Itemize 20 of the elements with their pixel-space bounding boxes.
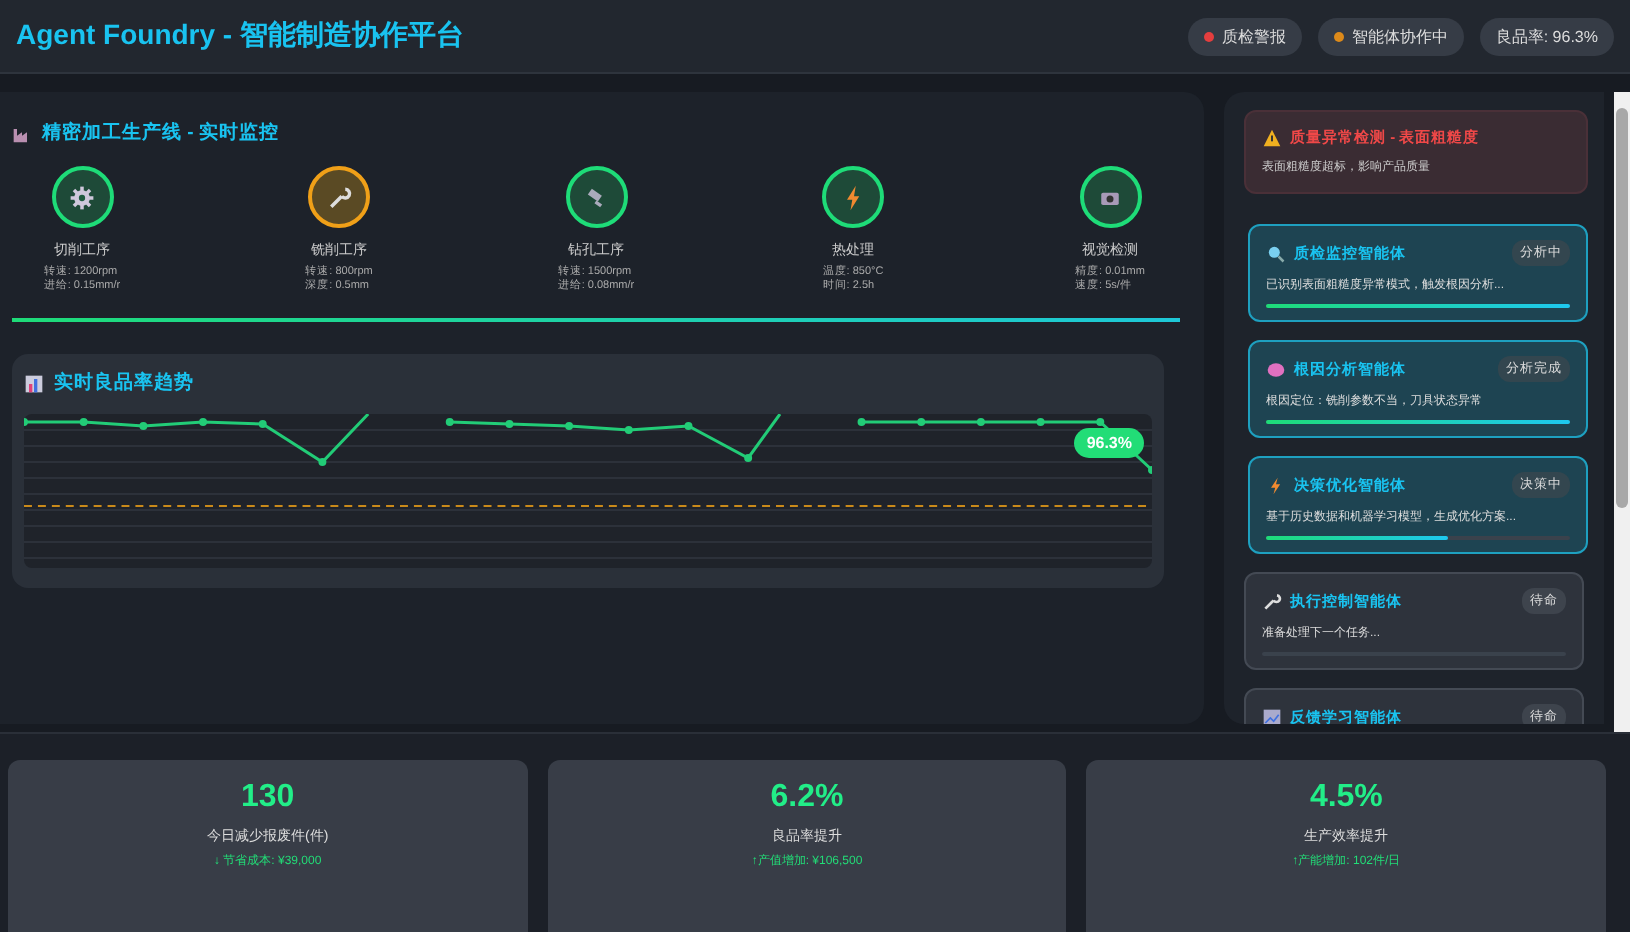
- factory-icon: [12, 123, 32, 143]
- stat-value: 6.2%: [770, 780, 844, 816]
- stat-value: 130: [240, 780, 295, 816]
- status-badge: 质检警报: [1187, 17, 1302, 55]
- section-title: 精密加工生产线 - 实时监控: [42, 120, 279, 146]
- lightning-icon: [1266, 475, 1286, 495]
- status-badge: 智能体协作中: [1317, 17, 1464, 55]
- gear-icon: [68, 183, 96, 211]
- value-label: 96.3%: [1074, 428, 1144, 458]
- search-icon: [1266, 243, 1286, 263]
- wrench-icon: [1262, 591, 1282, 611]
- app-title: Agent Foundry - 智能制造协作平台: [16, 18, 464, 54]
- wrench-icon: [325, 183, 353, 211]
- scrollbar[interactable]: [1614, 92, 1630, 732]
- status-badge: 良品率: 96.3%: [1479, 17, 1614, 55]
- bar-chart-icon: [24, 373, 44, 393]
- warning-icon: [1262, 128, 1282, 148]
- stat-value: 4.5%: [1309, 780, 1383, 816]
- chart-icon: [1262, 707, 1282, 724]
- chart-title: 实时良品率趋势: [54, 370, 194, 396]
